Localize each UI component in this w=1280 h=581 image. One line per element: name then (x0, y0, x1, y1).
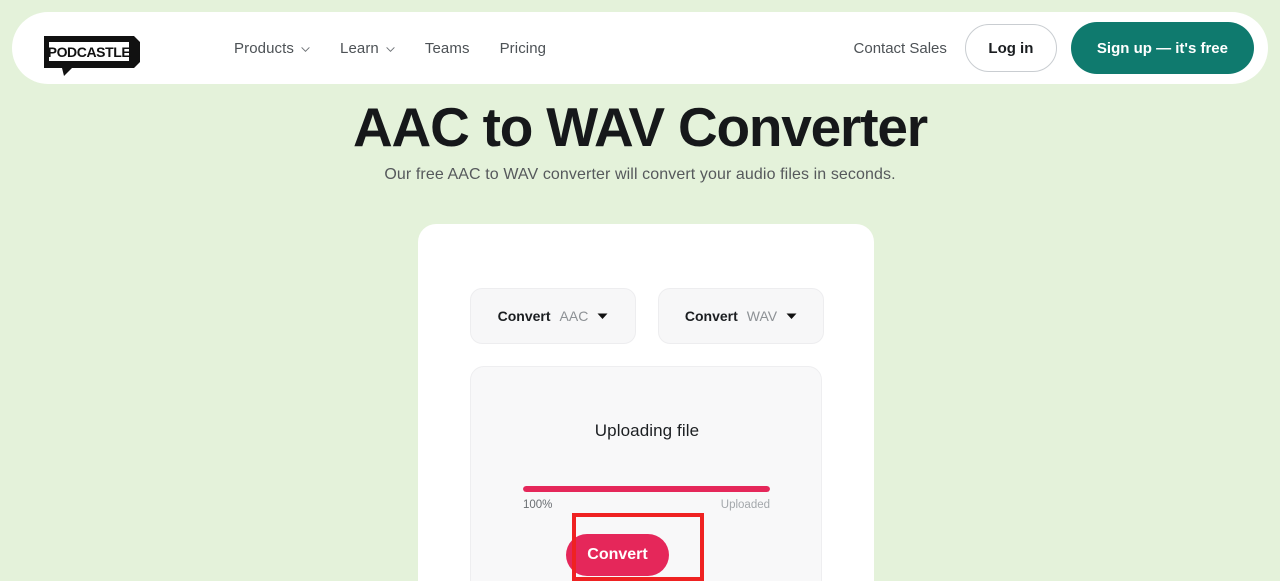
source-convert-label: Convert (497, 308, 551, 324)
upload-progress-meta: 100% Uploaded (523, 499, 770, 511)
caret-down-icon (786, 313, 797, 319)
nav-item-teams[interactable]: Teams (425, 40, 470, 57)
target-convert-label: Convert (684, 308, 738, 324)
page-title: AAC to WAV Converter (353, 96, 928, 158)
main-navigation: Products Learn Teams Pricing (234, 12, 546, 84)
nav-label-products: Products (234, 39, 294, 57)
chevron-down-icon (301, 46, 310, 52)
converter-card: Convert AAC Convert WAV Uploading file 1 (418, 224, 874, 581)
login-button[interactable]: Log in (964, 24, 1057, 72)
target-format-dropdown[interactable]: Convert WAV (658, 288, 824, 344)
target-format-value: WAV (746, 308, 778, 324)
nav-item-learn[interactable]: Learn (340, 40, 395, 57)
nav-item-pricing[interactable]: Pricing (500, 40, 547, 57)
chevron-down-icon (386, 46, 395, 52)
signup-button[interactable]: Sign up — it's free (1070, 22, 1254, 74)
source-format-value: AAC (559, 308, 589, 324)
upload-percent-label: 100% (523, 499, 553, 511)
source-format-dropdown[interactable]: Convert AAC (470, 288, 636, 344)
podcastle-logo[interactable]: PODCASTLE (42, 34, 142, 76)
nav-item-products[interactable]: Products (234, 40, 310, 57)
header-actions: Contact Sales Log in Sign up — it's free (854, 12, 1254, 84)
file-dropzone[interactable]: Uploading file 100% Uploaded Convert (470, 366, 822, 581)
site-header: PODCASTLE Products Learn Teams Pricing C… (12, 12, 1268, 84)
svg-text:PODCASTLE: PODCASTLE (48, 44, 131, 60)
upload-status-title: Uploading file (594, 421, 700, 440)
convert-button[interactable]: Convert (566, 534, 669, 576)
upload-progress-fill (523, 486, 770, 492)
upload-state-label: Uploaded (720, 499, 770, 511)
nav-label-pricing: Pricing (499, 39, 547, 57)
page-subtitle: Our free AAC to WAV converter will conve… (384, 166, 896, 183)
nav-label-learn: Learn (340, 39, 379, 57)
format-selectors: Convert AAC Convert WAV (470, 288, 824, 344)
upload-progress-bar (523, 486, 770, 492)
nav-label-teams: Teams (424, 39, 470, 57)
contact-sales-link[interactable]: Contact Sales (854, 40, 947, 57)
page-root: PODCASTLE Products Learn Teams Pricing C… (0, 0, 1280, 581)
caret-down-icon (597, 313, 608, 319)
